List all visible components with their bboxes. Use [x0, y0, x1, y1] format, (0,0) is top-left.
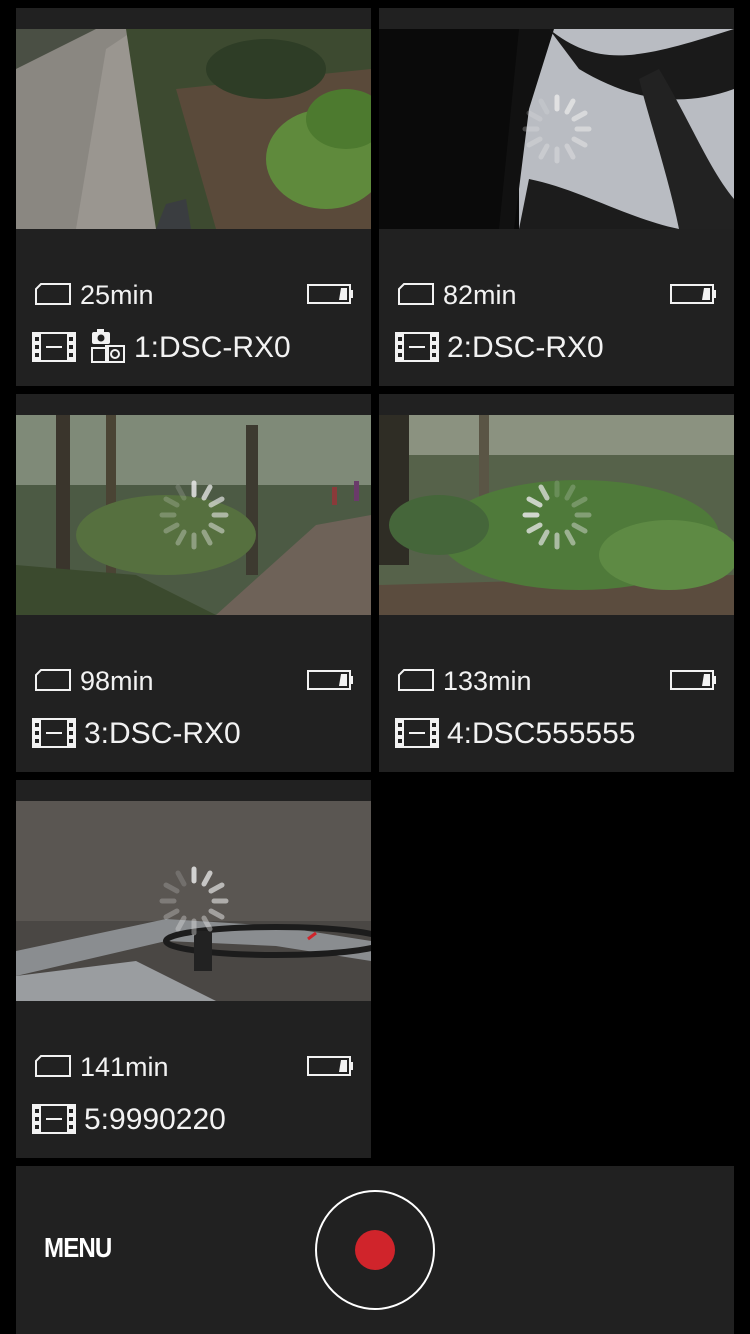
camera-name: 5:9990220: [84, 1103, 226, 1136]
record-icon: [355, 1230, 395, 1270]
battery-icon: [307, 670, 353, 690]
remaining-recording-time: 82min: [443, 280, 517, 310]
bottom-control-bar: MENU: [16, 1166, 734, 1334]
memory-card-icon: [35, 283, 71, 305]
camera-name: 3:DSC-RX0: [84, 717, 241, 750]
camera-live-view-thumbnail: [379, 415, 734, 615]
memory-card-icon: [398, 669, 434, 691]
camera-live-view-thumbnail: [16, 801, 371, 1001]
camera-live-view-thumbnail: [379, 29, 734, 229]
battery-icon: [307, 284, 353, 304]
movie-mode-icon: [32, 718, 76, 748]
remaining-recording-time: 98min: [80, 666, 154, 696]
movie-mode-icon: [32, 1104, 76, 1134]
multi-camera-screen: 25min 1:DSC-RX0 82min 2:DSC-RX0 98min 3:…: [0, 0, 750, 1334]
remaining-recording-time: 25min: [80, 280, 154, 310]
camera-tile-2[interactable]: 82min 2:DSC-RX0: [379, 8, 734, 386]
loading-spinner-icon: [522, 480, 591, 550]
record-button[interactable]: [315, 1190, 435, 1310]
camera-tile-5[interactable]: 141min 5:9990220: [16, 780, 371, 1158]
still-images-icon: [91, 329, 125, 363]
memory-card-icon: [35, 669, 71, 691]
camera-tile-1[interactable]: 25min 1:DSC-RX0: [16, 8, 371, 386]
menu-button[interactable]: MENU: [44, 1232, 112, 1264]
battery-icon: [307, 1056, 353, 1076]
camera-tile-3[interactable]: 98min 3:DSC-RX0: [16, 394, 371, 772]
camera-name: 4:DSC555555: [447, 717, 636, 750]
battery-icon: [670, 670, 716, 690]
movie-mode-icon: [32, 332, 76, 362]
camera-live-view-thumbnail: [16, 29, 371, 229]
loading-spinner-icon: [159, 866, 228, 936]
remaining-recording-time: 133min: [443, 666, 532, 696]
movie-mode-icon: [395, 718, 439, 748]
remaining-recording-time: 141min: [80, 1052, 169, 1082]
loading-spinner-icon: [522, 94, 591, 164]
camera-name: 2:DSC-RX0: [447, 331, 604, 364]
camera-name: 1:DSC-RX0: [134, 331, 291, 364]
camera-tile-4[interactable]: 133min 4:DSC555555: [379, 394, 734, 772]
loading-spinner-icon: [159, 480, 228, 550]
battery-icon: [670, 284, 716, 304]
movie-mode-icon: [395, 332, 439, 362]
memory-card-icon: [35, 1055, 71, 1077]
memory-card-icon: [398, 283, 434, 305]
camera-live-view-thumbnail: [16, 415, 371, 615]
